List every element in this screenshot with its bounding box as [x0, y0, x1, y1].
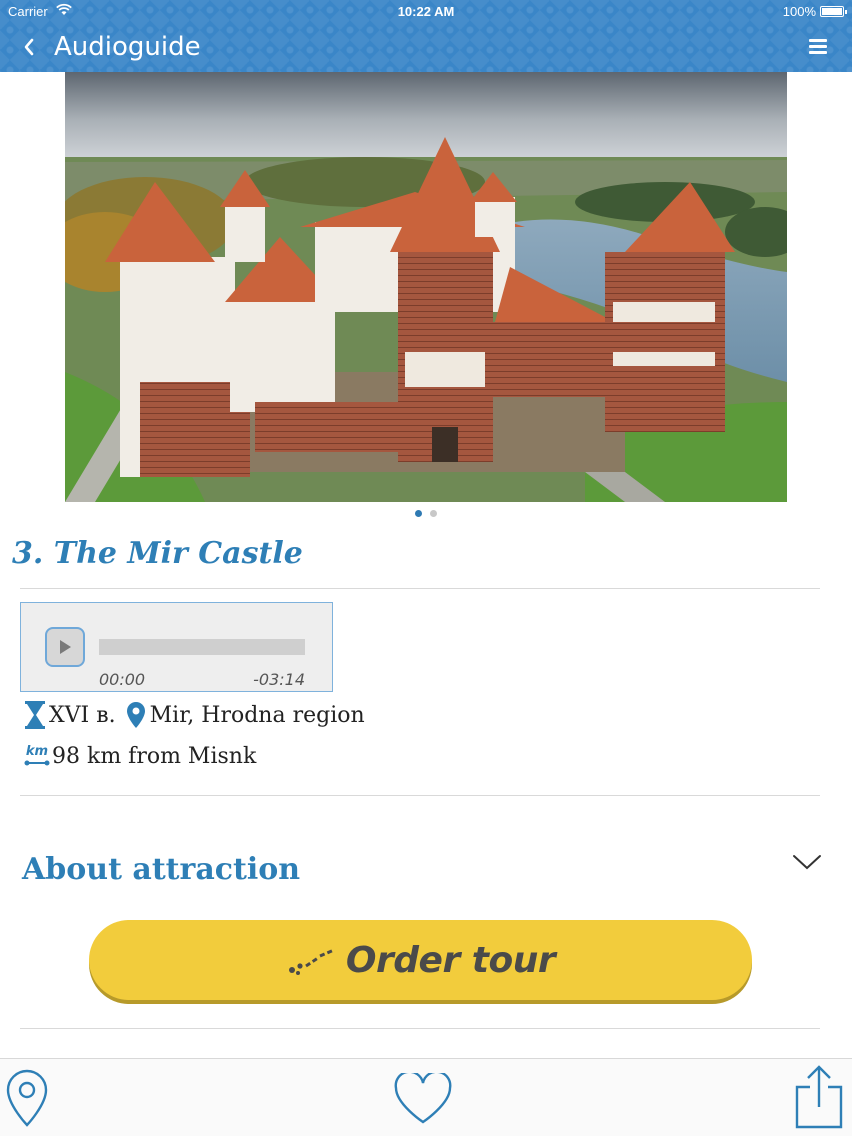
- km-badge: km: [25, 744, 49, 759]
- chevron-down-icon[interactable]: [792, 852, 822, 872]
- distance-text: 98 km from Misnk: [52, 744, 257, 769]
- map-button[interactable]: [6, 1069, 48, 1132]
- divider: [20, 588, 820, 589]
- battery-percent: 100%: [782, 4, 816, 19]
- hamburger-menu-icon: [809, 39, 827, 42]
- century-text: XVI в.: [49, 702, 116, 728]
- attraction-photo[interactable]: [65, 72, 787, 502]
- heart-icon: [394, 1070, 452, 1124]
- audio-progress-bar[interactable]: [99, 639, 305, 655]
- remaining-time: -03:14: [253, 670, 305, 689]
- about-attraction-toggle[interactable]: About attraction: [22, 852, 300, 887]
- info-row-distance: km 98 km from Misnk: [24, 744, 256, 769]
- back-button[interactable]: [14, 30, 44, 64]
- status-bar: Carrier 10:22 AM 100%: [0, 0, 852, 24]
- distance-km-icon: km: [24, 745, 50, 768]
- share-button[interactable]: [794, 1065, 844, 1134]
- hourglass-icon: [24, 700, 46, 730]
- pager-dot[interactable]: [415, 510, 422, 517]
- favorite-button[interactable]: [393, 1070, 453, 1130]
- divider: [20, 1028, 820, 1029]
- play-button[interactable]: [45, 627, 85, 667]
- nav-bar: Audioguide: [0, 24, 852, 72]
- share-icon: [795, 1065, 843, 1129]
- attraction-title: 3. The Mir Castle: [12, 536, 303, 571]
- status-time: 10:22 AM: [397, 4, 455, 19]
- page-title: Audioguide: [54, 32, 201, 62]
- location-pin-icon: [126, 701, 146, 729]
- play-icon: [60, 640, 71, 654]
- location-text: Mir, Hrodna region: [149, 702, 365, 728]
- bottom-toolbar: [0, 1058, 852, 1136]
- info-row-period-location: XVI в. Mir, Hrodna region: [24, 700, 365, 730]
- divider: [20, 795, 820, 796]
- gallery-pager[interactable]: [0, 510, 852, 517]
- menu-button[interactable]: [806, 36, 830, 60]
- elapsed-time: 00:00: [99, 670, 146, 689]
- top-bar: Carrier 10:22 AM 100% Audioguide: [0, 0, 852, 72]
- map-pin-icon: [6, 1069, 48, 1127]
- audio-player: 00:00 -03:14: [20, 602, 333, 692]
- battery-icon: [820, 6, 847, 17]
- route-dots-icon: [288, 948, 335, 975]
- order-tour-label: Order tour: [345, 939, 556, 981]
- chevron-left-icon: [24, 38, 34, 56]
- order-tour-button[interactable]: Order tour: [89, 920, 752, 1000]
- pager-dot[interactable]: [430, 510, 437, 517]
